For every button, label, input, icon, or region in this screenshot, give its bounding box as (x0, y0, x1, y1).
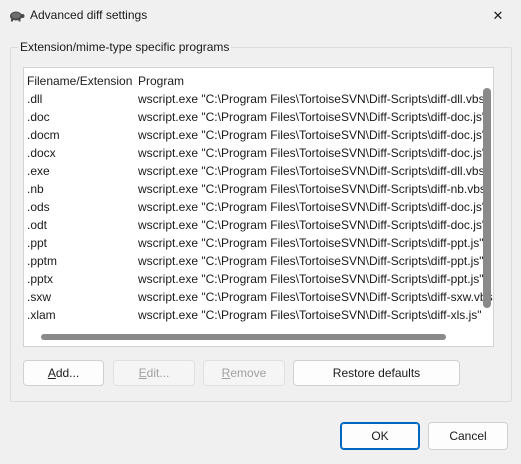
ok-button[interactable]: OK (340, 422, 420, 450)
row-program: wscript.exe "C:\Program Files\TortoiseSV… (138, 182, 491, 196)
title-bar: Advanced diff settings ✕ (0, 0, 521, 31)
remove-mnemonic: R (221, 366, 231, 380)
remove-button[interactable]: Remove (203, 360, 285, 386)
table-row[interactable]: .ods wscript.exe "C:\Program Files\Tortoi… (24, 198, 493, 216)
restore-defaults-label: Restore defaults (332, 366, 421, 380)
close-icon: ✕ (492, 7, 504, 23)
tortoise-icon (9, 8, 25, 22)
table-row[interactable]: .sxw wscript.exe "C:\Program Files\Tortoi… (24, 288, 493, 306)
cancel-button[interactable]: Cancel (428, 422, 508, 450)
table-row[interactable]: .dll wscript.exe "C:\Program Files\Tortoi… (24, 90, 493, 108)
close-button[interactable]: ✕ (475, 0, 521, 31)
edit-label: dit... (146, 366, 170, 380)
table-row[interactable]: .nb wscript.exe "C:\Program Files\Tortois… (24, 180, 493, 198)
list-header: Filename/Extension Program (24, 68, 493, 90)
row-extension: .doc (27, 110, 50, 124)
row-extension: .odt (27, 218, 48, 232)
cancel-label: Cancel (449, 429, 487, 443)
row-extension: .ods (27, 200, 50, 214)
row-extension: .pptm (27, 254, 58, 268)
row-program: wscript.exe "C:\Program Files\TortoiseSV… (138, 146, 487, 160)
add-mnemonic: A (47, 366, 56, 380)
column-header-program[interactable]: Program (138, 74, 184, 88)
table-row[interactable]: .doc wscript.exe "C:\Program Files\Tortoi… (24, 108, 493, 126)
row-program: wscript.exe "C:\Program Files\TortoiseSV… (138, 164, 489, 178)
row-program: wscript.exe "C:\Program Files\TortoiseSV… (138, 128, 487, 142)
row-extension: .nb (27, 182, 44, 196)
table-row[interactable]: .exe wscript.exe "C:\Program Files\Tortoi… (24, 162, 493, 180)
row-extension: .dll (27, 92, 43, 106)
row-extension: .docm (27, 128, 60, 142)
list-rows: .dll wscript.exe "C:\Program Files\Tortoi… (24, 90, 493, 324)
table-row[interactable]: .docx wscript.exe "C:\Program Files\Torto… (24, 144, 493, 162)
vertical-scrollbar[interactable] (483, 88, 491, 308)
add-button[interactable]: Add... (23, 360, 104, 386)
edit-button[interactable]: Edit... (113, 360, 195, 386)
row-extension: .sxw (27, 290, 51, 304)
table-row[interactable]: .odt wscript.exe "C:\Program Files\Tortoi… (24, 216, 493, 234)
group-label: Extension/mime-type specific programs (18, 40, 232, 54)
remove-label: emove (230, 366, 267, 380)
add-label: dd... (55, 366, 80, 380)
row-program: wscript.exe "C:\Program Files\TortoiseSV… (138, 272, 484, 286)
row-extension: .pptx (27, 272, 54, 286)
row-program: wscript.exe "C:\Program Files\TortoiseSV… (138, 218, 487, 232)
table-row[interactable]: .docm wscript.exe "C:\Program Files\Torto… (24, 126, 493, 144)
row-extension: .xlam (27, 308, 56, 322)
row-program: wscript.exe "C:\Program Files\TortoiseSV… (138, 254, 484, 268)
row-program: wscript.exe "C:\Program Files\TortoiseSV… (138, 92, 489, 106)
row-extension: .exe (27, 164, 50, 178)
table-row[interactable]: .ppt wscript.exe "C:\Program Files\Tortoi… (24, 234, 493, 252)
ok-label: OK (371, 429, 389, 443)
table-row[interactable]: .pptm wscript.exe "C:\Program Files\Torto… (24, 252, 493, 270)
table-row[interactable]: .xlam wscript.exe "C:\Program Files\Torto… (24, 306, 493, 324)
restore-defaults-button[interactable]: Restore defaults (293, 360, 460, 386)
row-program: wscript.exe "C:\Program Files\TortoiseSV… (138, 308, 482, 322)
window-title: Advanced diff settings (30, 8, 148, 22)
row-program: wscript.exe "C:\Program Files\TortoiseSV… (138, 236, 484, 250)
extension-program-list[interactable]: Filename/Extension Program .dll wscript.e… (23, 67, 494, 347)
row-program: wscript.exe "C:\Program Files\TortoiseSV… (138, 290, 493, 304)
row-extension: .ppt (27, 236, 48, 250)
row-program: wscript.exe "C:\Program Files\TortoiseSV… (138, 110, 487, 124)
row-extension: .docx (27, 146, 56, 160)
horizontal-scrollbar[interactable] (41, 334, 446, 340)
edit-mnemonic: E (138, 366, 147, 380)
column-header-extension[interactable]: Filename/Extension (27, 74, 132, 88)
table-row[interactable]: .pptx wscript.exe "C:\Program Files\Torto… (24, 270, 493, 288)
row-program: wscript.exe "C:\Program Files\TortoiseSV… (138, 200, 487, 214)
